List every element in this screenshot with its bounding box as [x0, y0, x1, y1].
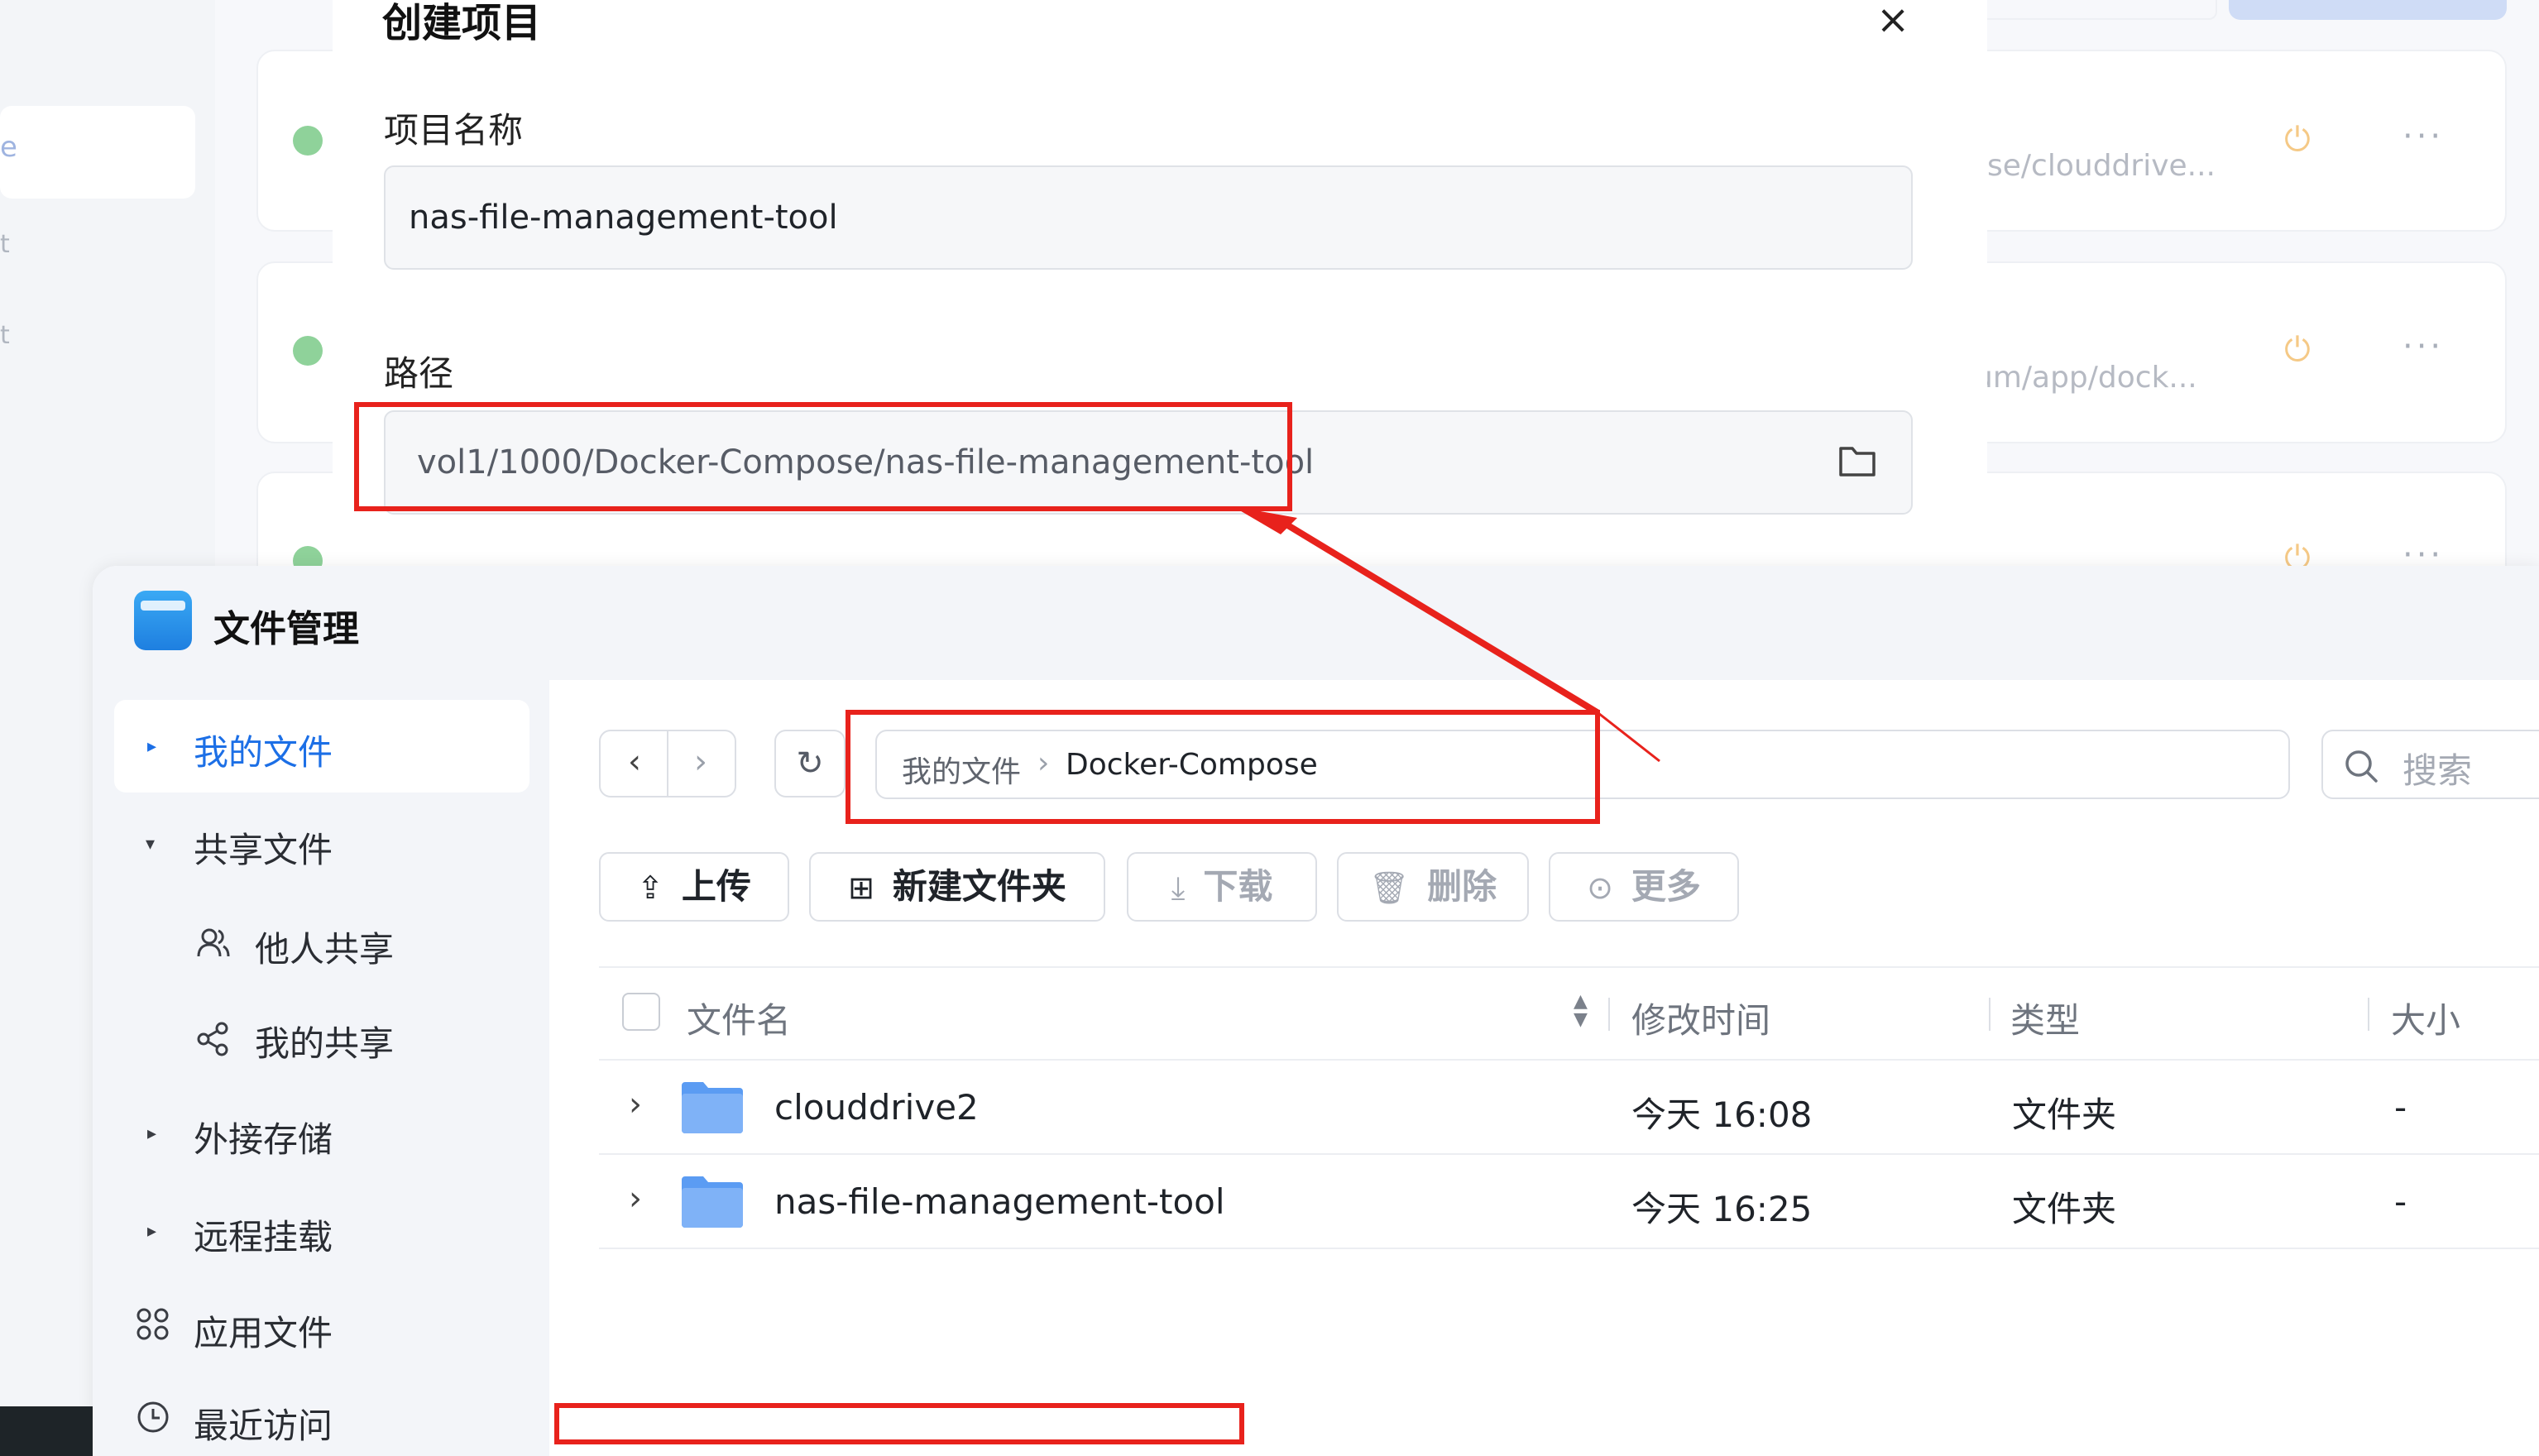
more-icon[interactable]: ···	[2402, 328, 2444, 366]
file-size: -	[2394, 1087, 2407, 1128]
divider	[599, 966, 2539, 968]
background-left-item: t	[0, 321, 10, 350]
search-placeholder: 搜索	[2402, 750, 2473, 791]
background-left-item: t	[0, 230, 10, 259]
more-label: 更多	[1631, 866, 1701, 907]
delete-button[interactable]: 🗑 删除	[1337, 852, 1529, 922]
background-top-button[interactable]	[2229, 0, 2507, 20]
sidebar-item-remote-mount[interactable]: 远程挂载	[194, 1209, 333, 1260]
divider	[599, 1248, 2539, 1249]
file-size: -	[2394, 1181, 2407, 1222]
folder-icon	[682, 1176, 743, 1228]
column-header-name[interactable]: 文件名	[687, 993, 791, 1043]
folder-icon[interactable]	[1838, 442, 1876, 478]
upload-label: 上传	[681, 866, 751, 907]
more-icon[interactable]: ···	[2402, 117, 2444, 156]
sidebar-item-app-files[interactable]: 应用文件	[194, 1305, 333, 1356]
sidebar-item-my-shares[interactable]: 我的共享	[255, 1016, 394, 1066]
new-folder-button[interactable]: ⊞ 新建文件夹	[809, 852, 1105, 922]
project-path: ose/clouddrive...	[1969, 149, 2216, 183]
file-type: 文件夹	[2012, 1189, 2117, 1229]
folder-icon	[682, 1082, 743, 1133]
more-button[interactable]: ⊙ 更多	[1549, 852, 1739, 922]
file-modified: 今天 16:25	[1631, 1189, 1813, 1229]
apps-icon	[137, 1308, 169, 1340]
sidebar-item-external-storage[interactable]: 外接存储	[194, 1112, 333, 1162]
upload-button[interactable]: ⇪ 上传	[599, 852, 789, 922]
dialog-title: 创建项目	[382, 0, 542, 46]
trash-icon: 🗑	[1368, 869, 1410, 906]
sidebar-item-shared-files[interactable]: 共享文件	[194, 822, 333, 873]
share-icon	[197, 1022, 228, 1056]
status-dot	[293, 126, 323, 156]
background-left-selected	[0, 106, 195, 199]
expand-chevron-icon[interactable]: ›	[629, 1180, 642, 1218]
clock-icon	[137, 1401, 169, 1433]
file-type: 文件夹	[2012, 1094, 2117, 1135]
download-button[interactable]: ⤓ 下载	[1127, 852, 1317, 922]
window-title: 文件管理	[213, 608, 359, 650]
column-separator	[1989, 998, 1990, 1031]
new-folder-label: 新建文件夹	[892, 866, 1066, 907]
refresh-button[interactable]: ↻	[774, 730, 846, 797]
sort-icon[interactable]: ▲ ▼	[1574, 993, 1588, 1029]
column-separator	[2368, 998, 2369, 1031]
upload-icon: ⇪	[637, 869, 663, 906]
file-modified: 今天 16:08	[1631, 1094, 1813, 1135]
column-header-modified[interactable]: 修改时间	[1631, 993, 1770, 1043]
column-header-type[interactable]: 类型	[2010, 993, 2080, 1043]
caret-right-icon: ▸	[147, 1123, 157, 1144]
column-separator	[1608, 998, 1610, 1031]
sidebar-item-others-shared[interactable]: 他人共享	[255, 922, 394, 972]
sidebar-item-recent[interactable]: 最近访问	[194, 1398, 333, 1449]
more-circle-icon: ⊙	[1587, 869, 1613, 906]
column-header-size[interactable]: 大小	[2391, 993, 2460, 1043]
close-icon[interactable]: ×	[1876, 0, 1909, 43]
background-left-item: e	[0, 131, 17, 164]
project-path: um/app/dock...	[1974, 361, 2197, 395]
file-name[interactable]: nas-file-management-tool	[774, 1181, 1225, 1222]
caret-right-icon: ▸	[147, 736, 157, 757]
delete-label: 删除	[1427, 866, 1497, 907]
search-icon	[2345, 750, 2378, 783]
users-icon	[197, 928, 230, 957]
project-name-label: 项目名称	[384, 110, 524, 151]
sidebar-item-label[interactable]: 我的文件	[194, 725, 333, 775]
annotation-box-breadcrumb	[846, 710, 1600, 824]
back-button[interactable]: ‹	[602, 731, 667, 796]
status-dot	[293, 336, 323, 366]
background-top-box	[1977, 0, 2217, 20]
caret-right-icon: ▸	[147, 1221, 157, 1242]
power-icon[interactable]: ⏻	[2282, 123, 2313, 156]
select-all-checkbox[interactable]	[622, 993, 660, 1031]
power-icon[interactable]: ⏻	[2282, 333, 2313, 366]
project-name-input[interactable]: nas-file-management-tool	[384, 165, 1913, 270]
forward-button[interactable]: ›	[668, 731, 733, 796]
download-icon: ⤓	[1171, 869, 1186, 906]
file-manager-titlebar	[93, 566, 2539, 680]
annotation-box-bottom	[554, 1403, 1244, 1444]
file-manager-logo-icon	[134, 591, 192, 650]
path-label: 路径	[384, 353, 454, 394]
download-label: 下载	[1203, 866, 1273, 907]
desktop-background	[0, 1406, 93, 1456]
expand-chevron-icon[interactable]: ›	[629, 1085, 642, 1123]
annotation-box-path	[354, 402, 1292, 511]
caret-down-icon: ▾	[146, 834, 156, 855]
new-folder-icon: ⊞	[848, 869, 874, 906]
file-name[interactable]: clouddrive2	[774, 1087, 979, 1128]
